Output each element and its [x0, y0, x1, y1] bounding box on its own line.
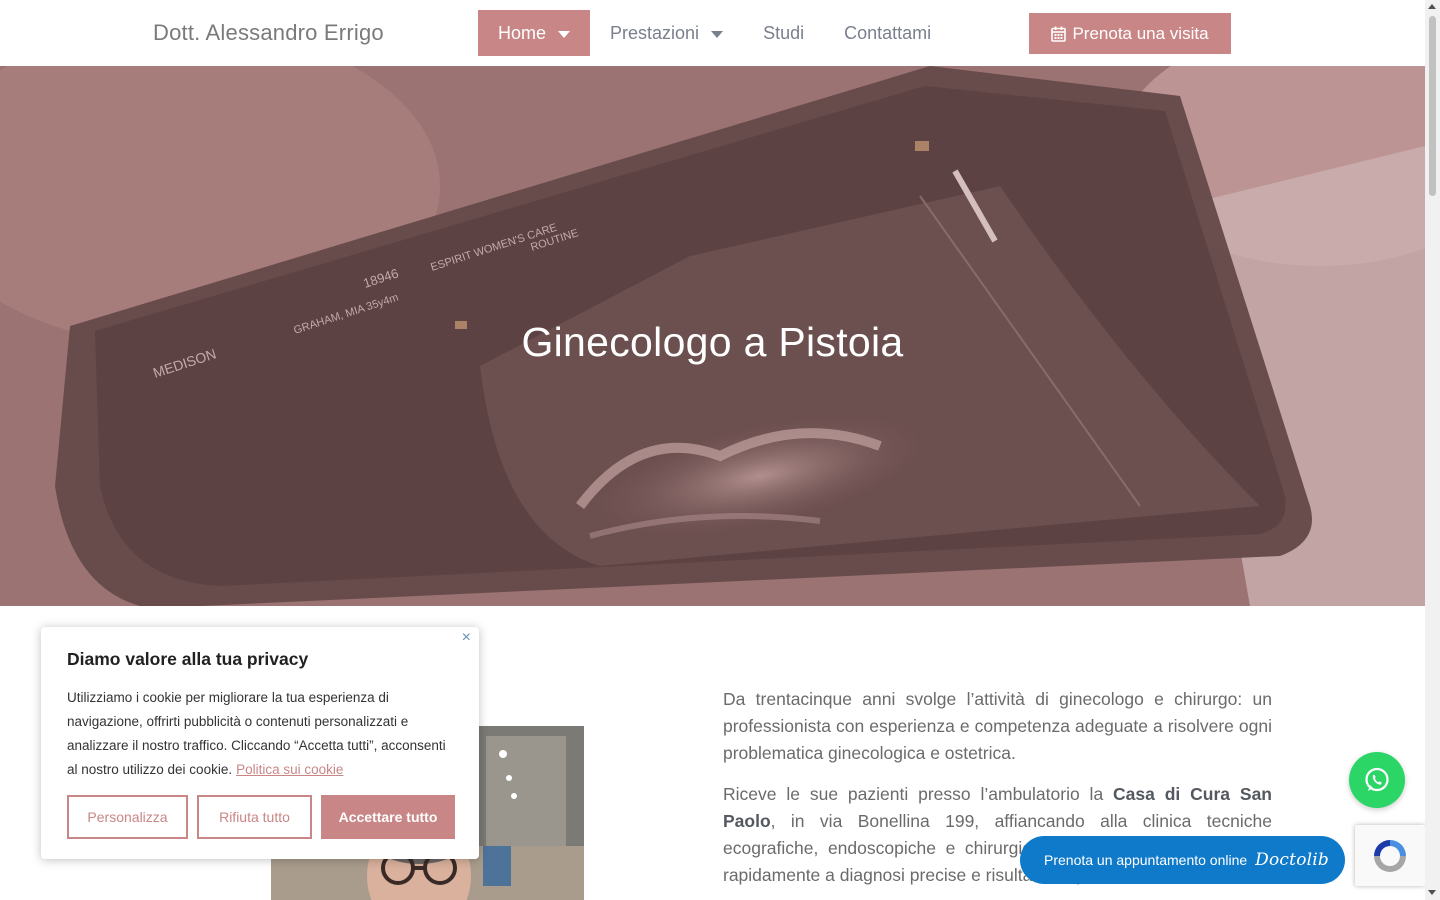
cookie-text: Utilizziamo i cookie per migliorare la t… [67, 686, 453, 782]
intro-paragraph: Da trentacinque anni svolge l’attività d… [723, 689, 1272, 763]
nav-item-label: Home [498, 22, 547, 43]
doctolib-label: Prenota un appuntamento online [1044, 852, 1248, 868]
whatsapp-icon [1365, 767, 1389, 792]
nav-item-home[interactable]: Home [478, 10, 591, 56]
customize-button[interactable]: Personalizza [67, 795, 188, 839]
scrollbar-thumb[interactable] [1429, 16, 1436, 196]
page-scrollbar[interactable] [1425, 0, 1440, 900]
chevron-down-icon [558, 30, 571, 38]
site-brand[interactable]: Dott. Alessandro Errigo [153, 20, 384, 46]
nav-item-label: Contattami [844, 22, 932, 43]
cookie-banner: × Diamo valore alla tua privacy Utilizzi… [41, 627, 479, 859]
chevron-down-icon [711, 30, 724, 38]
whatsapp-button[interactable] [1349, 752, 1405, 808]
hero-title: Ginecologo a Pistoia [521, 319, 904, 365]
scroll-down-icon[interactable] [1428, 890, 1436, 895]
book-visit-label: Prenota una visita [1072, 23, 1209, 43]
scroll-up-icon[interactable] [1428, 4, 1436, 9]
location-text-before: Riceve le sue pazienti presso l’ambulato… [723, 784, 1114, 804]
cookie-title: Diamo valore alla tua privacy [67, 649, 309, 669]
nav-item-prestazioni[interactable]: Prestazioni [590, 10, 743, 56]
accept-all-button[interactable]: Accettare tutto [321, 795, 455, 839]
site-header: Dott. Alessandro Errigo Home Prestazioni… [0, 0, 1425, 66]
doctolib-booking-button[interactable]: Prenota un appuntamento online Doctolib [1020, 836, 1345, 884]
close-icon[interactable]: × [462, 629, 471, 647]
cookie-policy-link[interactable]: Politica sui cookie [236, 762, 343, 777]
doctolib-logo: Doctolib [1255, 850, 1329, 870]
recaptcha-badge[interactable] [1355, 825, 1425, 886]
book-visit-button[interactable]: Prenota una visita [1029, 13, 1231, 54]
cookie-actions: Personalizza Rifiuta tutto Accettare tut… [67, 795, 455, 839]
nav-item-label: Prestazioni [610, 22, 700, 43]
hero-banner: MEDISON 18946 GRAHAM, MIA 35y4m ESPIRIT … [0, 66, 1425, 606]
calendar-icon [1051, 26, 1067, 42]
recaptcha-icon [1374, 839, 1406, 872]
nav-item-label: Studi [763, 22, 805, 43]
reject-all-button[interactable]: Rifiuta tutto [197, 795, 312, 839]
nav-item-studi[interactable]: Studi [743, 10, 824, 56]
main-nav: Home Prestazioni Studi Contattami [478, 10, 951, 56]
nav-item-contattami[interactable]: Contattami [824, 10, 951, 56]
